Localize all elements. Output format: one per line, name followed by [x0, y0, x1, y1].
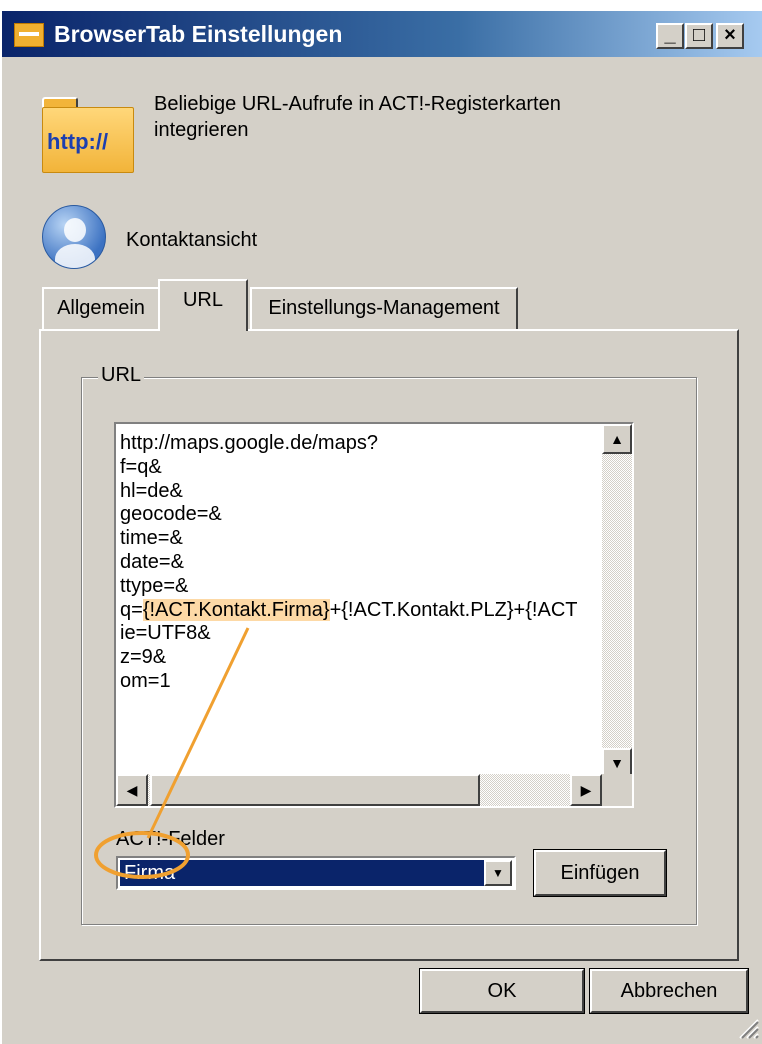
- title-bar[interactable]: BrowserTab Einstellungen _ □ ×: [2, 11, 762, 57]
- dialog-description: Beliebige URL-Aufrufe in ACT!-Registerka…: [154, 93, 561, 141]
- act-fields-label: ACT!-Felder: [116, 828, 225, 850]
- http-icon-label: http://: [47, 129, 109, 154]
- tab-label: URL: [182, 289, 223, 311]
- tab-label: Allgemein: [57, 297, 145, 319]
- tab-label: Einstellungs-Management: [268, 297, 500, 319]
- settings-dialog: BrowserTab Einstellungen _ □ × http:// B…: [0, 10, 762, 1044]
- user-avatar-icon: [42, 205, 106, 269]
- scroll-left-arrow-icon[interactable]: ◀: [116, 774, 148, 806]
- vertical-scrollbar[interactable]: ▲ ▼: [602, 424, 632, 778]
- ok-button[interactable]: OK: [420, 969, 584, 1013]
- close-button[interactable]: ×: [716, 23, 744, 49]
- act-fields-selected: Firma: [120, 860, 484, 886]
- insert-button[interactable]: Einfügen: [534, 850, 666, 896]
- tab-url[interactable]: URL: [158, 279, 248, 331]
- horizontal-scrollbar[interactable]: ◀ ▶: [116, 774, 602, 806]
- maximize-button[interactable]: □: [685, 23, 713, 49]
- url-groupbox: URL http://maps.google.de/maps? f=q& hl=…: [81, 364, 697, 925]
- horizontal-scroll-thumb[interactable]: [150, 774, 480, 806]
- scroll-corner: [602, 774, 632, 806]
- tab-einstellungs-management[interactable]: Einstellungs-Management: [250, 287, 518, 329]
- view-label: Kontaktansicht: [126, 229, 258, 251]
- minimize-button[interactable]: _: [656, 23, 684, 49]
- app-icon: [14, 23, 44, 47]
- url-text: http://maps.google.de/maps? f=q& hl=de& …: [120, 432, 578, 692]
- url-group-label: URL: [98, 364, 145, 387]
- url-textarea[interactable]: http://maps.google.de/maps? f=q& hl=de& …: [114, 422, 634, 808]
- window-title: BrowserTab Einstellungen: [54, 21, 343, 47]
- scroll-right-arrow-icon[interactable]: ▶: [570, 774, 602, 806]
- cancel-button[interactable]: Abbrechen: [590, 969, 748, 1013]
- http-folder-icon: http://: [42, 97, 134, 173]
- dropdown-arrow-icon[interactable]: ▼: [484, 860, 512, 886]
- url-tab-panel: URL http://maps.google.de/maps? f=q& hl=…: [39, 329, 739, 961]
- act-fields-dropdown[interactable]: Firma ▼: [116, 856, 516, 890]
- tab-allgemein[interactable]: Allgemein: [42, 287, 160, 329]
- highlighted-field: {!ACT.Kontakt.Firma}: [142, 598, 330, 621]
- resize-grip-icon[interactable]: [736, 1016, 760, 1040]
- scroll-up-arrow-icon[interactable]: ▲: [602, 424, 632, 454]
